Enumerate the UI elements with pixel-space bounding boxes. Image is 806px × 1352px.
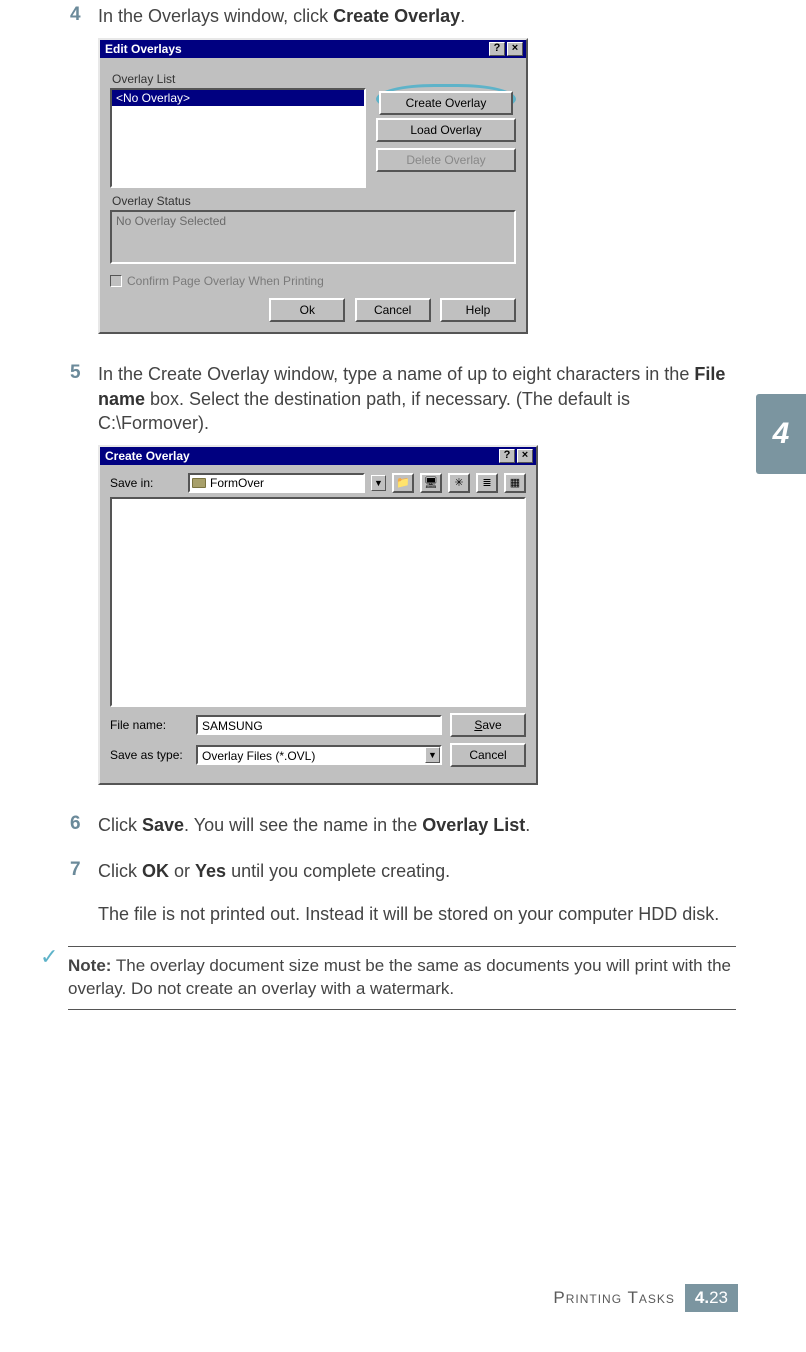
dialog-title: Create Overlay xyxy=(103,449,497,463)
note-icon: ✓ xyxy=(40,946,68,1010)
close-icon[interactable]: × xyxy=(507,42,523,56)
delete-overlay-button: Delete Overlay xyxy=(376,148,516,172)
list-view-icon[interactable]: ≣ xyxy=(476,473,498,493)
step-number: 7 xyxy=(70,859,98,926)
title-bar: Create Overlay ? × xyxy=(100,447,536,465)
step-number: 5 xyxy=(70,362,98,435)
note-block: ✓ Note: The overlay document size must b… xyxy=(40,946,736,1010)
file-name-label: File name: xyxy=(110,718,188,732)
chevron-down-icon[interactable]: ▼ xyxy=(425,747,440,763)
step-text: In the Overlays window, click Create Ove… xyxy=(98,4,465,28)
page-footer: Printing Tasks 4.23 xyxy=(553,1284,738,1312)
overlay-list[interactable]: <No Overlay> xyxy=(110,88,366,188)
step-4: 4 In the Overlays window, click Create O… xyxy=(70,4,736,28)
step-6: 6 Click Save. You will see the name in t… xyxy=(70,813,736,837)
overlay-status-label: Overlay Status xyxy=(112,194,516,208)
create-overlay-button[interactable]: Create Overlay xyxy=(379,91,513,115)
save-in-label: Save in: xyxy=(110,476,182,490)
dialog-title: Edit Overlays xyxy=(103,42,487,56)
details-view-icon[interactable]: ▦ xyxy=(504,473,526,493)
close-icon[interactable]: × xyxy=(517,449,533,463)
save-button[interactable]: Save xyxy=(450,713,526,737)
step-number: 4 xyxy=(70,4,98,28)
list-item[interactable]: <No Overlay> xyxy=(112,90,364,106)
step-text: Click OK or Yes until you complete creat… xyxy=(98,859,719,926)
save-as-type-label: Save as type: xyxy=(110,748,188,762)
ok-button[interactable]: Ok xyxy=(269,298,345,322)
step-7: 7 Click OK or Yes until you complete cre… xyxy=(70,859,736,926)
step-number: 6 xyxy=(70,813,98,837)
step-text: Click Save. You will see the name in the… xyxy=(98,813,530,837)
create-overlay-dialog: Create Overlay ? × Save in: FormOver ▼ 📁… xyxy=(98,445,538,785)
file-list-view[interactable] xyxy=(110,497,526,707)
footer-section: Printing Tasks xyxy=(553,1288,675,1308)
note-body: Note: The overlay document size must be … xyxy=(68,946,736,1010)
help-icon[interactable]: ? xyxy=(489,42,505,56)
overlay-status-box: No Overlay Selected xyxy=(110,210,516,264)
highlight-circle: Create Overlay xyxy=(376,84,516,114)
help-icon[interactable]: ? xyxy=(499,449,515,463)
page-number: 4.23 xyxy=(685,1284,738,1312)
folder-icon xyxy=(192,478,206,488)
chapter-tab: 4 xyxy=(756,394,806,474)
confirm-checkbox-row: Confirm Page Overlay When Printing xyxy=(110,274,516,288)
cancel-button[interactable]: Cancel xyxy=(450,743,526,767)
confirm-checkbox xyxy=(110,275,122,287)
load-overlay-button[interactable]: Load Overlay xyxy=(376,118,516,142)
up-folder-icon[interactable]: 📁 xyxy=(392,473,414,493)
file-name-input[interactable]: SAMSUNG xyxy=(196,715,442,735)
save-in-dropdown[interactable]: FormOver xyxy=(188,473,365,493)
desktop-icon[interactable]: 🖥 xyxy=(420,473,442,493)
save-as-type-dropdown[interactable]: Overlay Files (*.OVL) ▼ xyxy=(196,745,442,765)
help-button[interactable]: Help xyxy=(440,298,516,322)
step-text: In the Create Overlay window, type a nam… xyxy=(98,362,736,435)
cancel-button[interactable]: Cancel xyxy=(355,298,431,322)
chevron-down-icon[interactable]: ▼ xyxy=(371,475,386,491)
step-5: 5 In the Create Overlay window, type a n… xyxy=(70,362,736,435)
edit-overlays-dialog: Edit Overlays ? × Overlay List <No Overl… xyxy=(98,38,528,334)
title-bar: Edit Overlays ? × xyxy=(100,40,526,58)
new-folder-icon[interactable]: ✳ xyxy=(448,473,470,493)
